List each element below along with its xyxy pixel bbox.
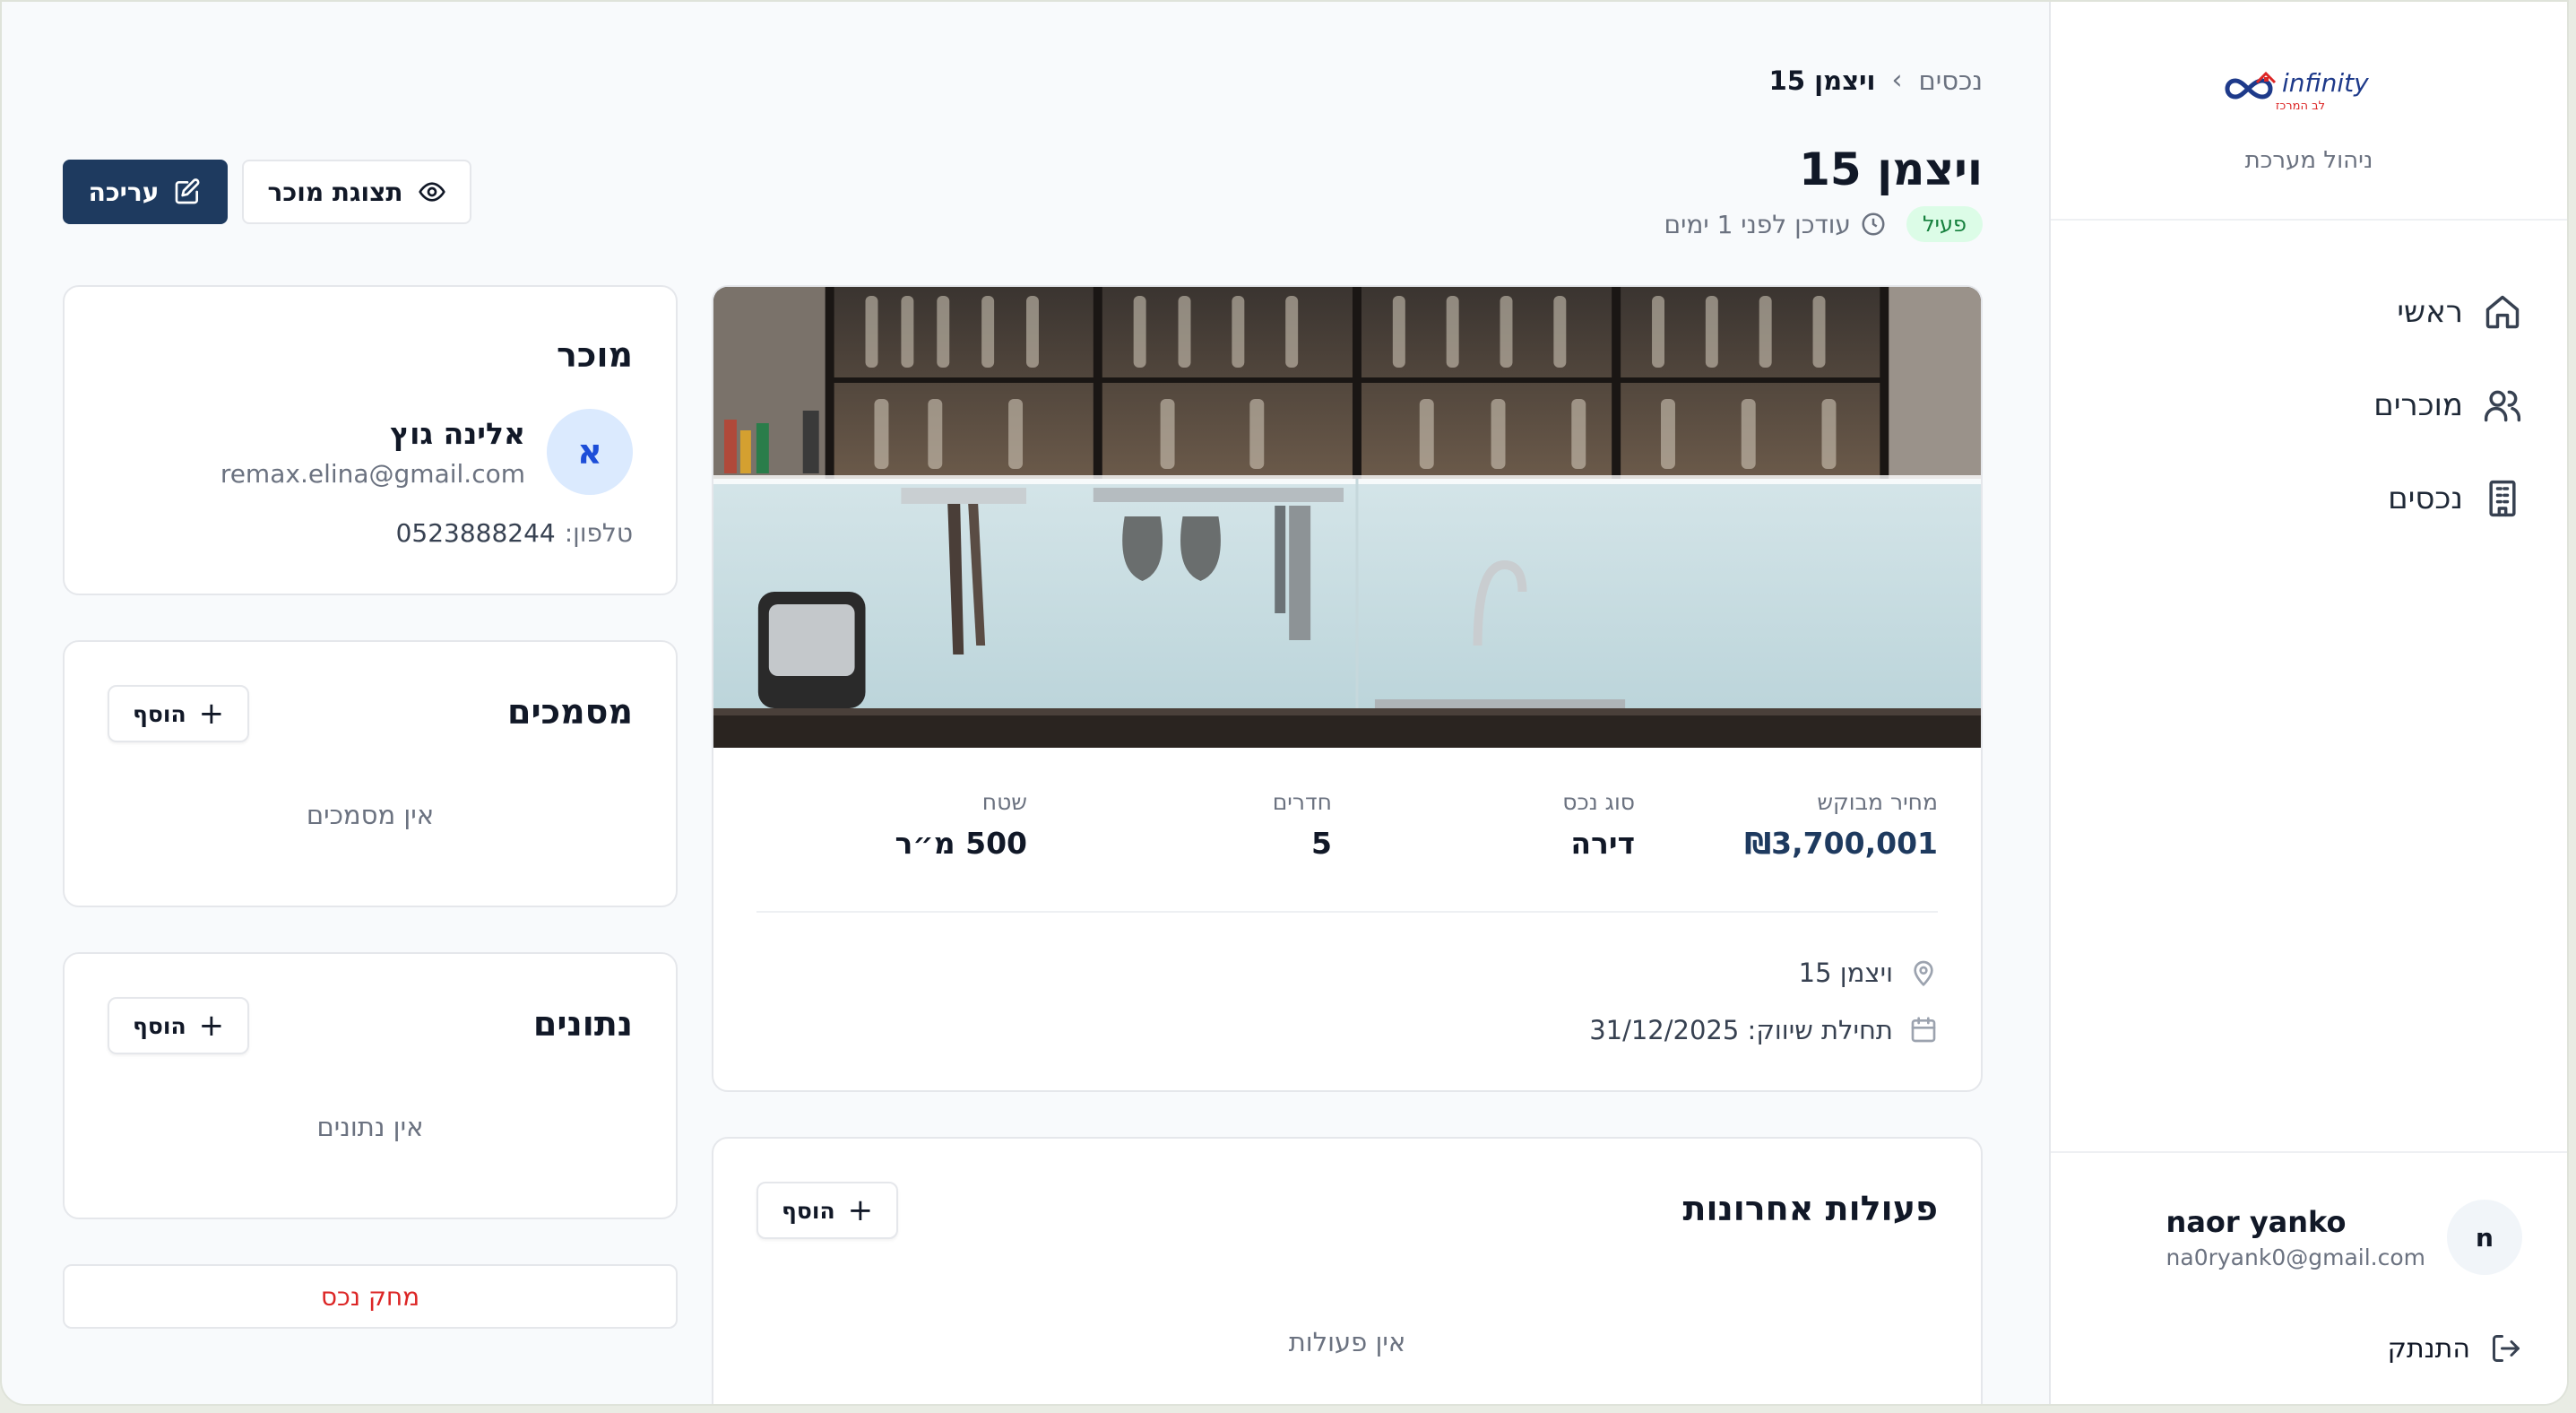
- add-activity-button[interactable]: + הוסף: [756, 1182, 899, 1239]
- user-profile[interactable]: n naor yanko na0ryank0@gmail.com: [2166, 1200, 2522, 1275]
- stat-label: שטח: [981, 789, 1027, 815]
- edit-icon: [176, 178, 200, 204]
- sidebar-item-properties[interactable]: נכסים: [2051, 452, 2567, 545]
- data-empty: אין נתונים: [316, 1112, 424, 1142]
- home-icon: [2485, 295, 2520, 329]
- users-icon: [2484, 390, 2521, 422]
- marketing-start-line: תחילת שיווק: 31/12/2025: [1589, 1015, 1938, 1045]
- seller-name[interactable]: אלינה גוץ: [390, 416, 525, 451]
- stat-rooms: חדרים 5: [1273, 789, 1332, 861]
- address-line: ויצמן 15: [1799, 958, 1938, 988]
- activity-empty: אין פעולות: [1288, 1327, 1406, 1357]
- stat-value: דירה: [1570, 826, 1635, 861]
- stat-value: ₪3,700,001: [1744, 826, 1938, 861]
- logo-area: infinity לב המרכז ניהול מערכת: [2051, 2, 2567, 221]
- data-title: נתונים: [532, 1004, 633, 1044]
- phone-label: טלפון:: [564, 518, 633, 548]
- updated-info: עודכן לפני 1 ימים: [1664, 210, 1887, 239]
- chevron-left-icon: ›: [1891, 65, 1903, 96]
- breadcrumb: נכסים › ויצמן 15: [1769, 65, 1983, 96]
- seller-email[interactable]: remax.elina@gmail.com: [220, 459, 525, 489]
- activity-title: פעולות אחרונות: [1682, 1189, 1938, 1228]
- stat-area: שטח 500 מ״ר: [895, 789, 1027, 861]
- documents-title: מסמכים: [507, 692, 633, 732]
- stat-label: סוג נכס: [1562, 789, 1635, 815]
- stat-value: 5: [1311, 826, 1332, 861]
- infinity-logo[interactable]: infinity לב המרכז: [2217, 65, 2406, 115]
- documents-card: מסמכים + הוסף אין מסמכים: [63, 640, 678, 907]
- seller-avatar: א: [547, 409, 633, 495]
- building-icon: [2489, 480, 2516, 517]
- seller-title: מוכר: [557, 335, 633, 375]
- breadcrumb-properties-link[interactable]: נכסים: [1919, 65, 1984, 96]
- svg-text:infinity: infinity: [2282, 68, 2369, 98]
- add-label: הוסף: [133, 700, 186, 727]
- edit-label: עריכה: [88, 177, 160, 207]
- marketing-start-text: תחילת שיווק: 31/12/2025: [1589, 1015, 1893, 1045]
- stat-price: מחיר מבוקש ₪3,700,001: [1744, 789, 1938, 861]
- add-document-button[interactable]: + הוסף: [108, 685, 250, 742]
- edit-button[interactable]: עריכה: [63, 160, 228, 224]
- add-label: הוסף: [782, 1197, 835, 1224]
- property-stats: מחיר מבוקש ₪3,700,001 סוג נכס דירה חדרים…: [756, 789, 1938, 861]
- sidebar-item-label: מוכרים: [2373, 387, 2463, 423]
- sidebar-item-home[interactable]: ראשי: [2051, 265, 2567, 359]
- delete-property-button[interactable]: מחק נכס: [63, 1264, 678, 1329]
- logout-label: התנתק: [2387, 1332, 2470, 1365]
- property-meta: פעיל עודכן לפני 1 ימים: [1664, 206, 1983, 242]
- page-title: ויצמן 15: [1799, 143, 1983, 195]
- data-card: נתונים + הוסף אין נתונים: [63, 952, 678, 1219]
- seller-preview-button[interactable]: תצוגת מוכר: [242, 160, 471, 224]
- user-email: na0ryank0@gmail.com: [2165, 1244, 2425, 1270]
- map-pin-icon: [1914, 960, 1933, 986]
- clock-icon: [1862, 212, 1885, 236]
- user-name: naor yanko: [2165, 1204, 2347, 1239]
- add-label: הוסף: [133, 1012, 186, 1039]
- activity-card: פעולות אחרונות + הוסף אין פעולות: [712, 1137, 1983, 1404]
- eye-icon: [418, 182, 445, 202]
- property-card: מחיר מבוקש ₪3,700,001 סוג נכס דירה חדרים…: [712, 285, 1983, 1092]
- status-badge: פעיל: [1906, 206, 1983, 242]
- svg-text:לב המרכז: לב המרכז: [2276, 100, 2325, 113]
- documents-empty: אין מסמכים: [306, 800, 435, 830]
- sidebar-item-label: נכסים: [2388, 481, 2463, 516]
- seller-card: מוכר א אלינה גוץ remax.elina@gmail.com ט…: [63, 285, 678, 595]
- seller-preview-label: תצוגת מוכר: [267, 177, 403, 207]
- app-window: infinity לב המרכז ניהול מערכת ראשי מוכרי…: [0, 0, 2569, 1406]
- sidebar-item-sellers[interactable]: מוכרים: [2051, 359, 2567, 452]
- breadcrumb-current: ויצמן 15: [1768, 65, 1876, 96]
- updated-text: עודכן לפני 1 ימים: [1664, 209, 1851, 239]
- phone-number[interactable]: 0523888244: [396, 518, 556, 548]
- property-photo[interactable]: [713, 287, 1981, 748]
- address-text: ויצמן 15: [1798, 958, 1893, 988]
- stat-label: מחיר מבוקש: [1817, 789, 1938, 815]
- avatar: n: [2447, 1200, 2522, 1275]
- divider: [756, 911, 1938, 913]
- add-data-button[interactable]: + הוסף: [108, 997, 250, 1054]
- seller-phone: טלפון: 0523888244: [396, 518, 633, 548]
- plus-icon: +: [847, 1192, 874, 1228]
- stat-label: חדרים: [1272, 789, 1332, 815]
- sidebar-nav: ראשי מוכרים נכסים: [2051, 265, 2567, 545]
- sidebar-item-label: ראשי: [2397, 294, 2463, 330]
- plus-icon: +: [198, 696, 225, 732]
- plus-icon: +: [198, 1008, 225, 1044]
- stat-value: 500 מ״ר: [895, 826, 1027, 861]
- stat-property-type: סוג נכס דירה: [1562, 789, 1635, 861]
- app-subtitle: ניהול מערכת: [2244, 147, 2373, 174]
- logout-button[interactable]: התנתק: [2388, 1332, 2522, 1365]
- calendar-icon: [1911, 1017, 1936, 1043]
- user-area: n naor yanko na0ryank0@gmail.com התנתק: [2051, 1151, 2567, 1404]
- logout-icon: [2493, 1335, 2520, 1362]
- sidebar: infinity לב המרכז ניהול מערכת ראשי מוכרי…: [2049, 2, 2567, 1404]
